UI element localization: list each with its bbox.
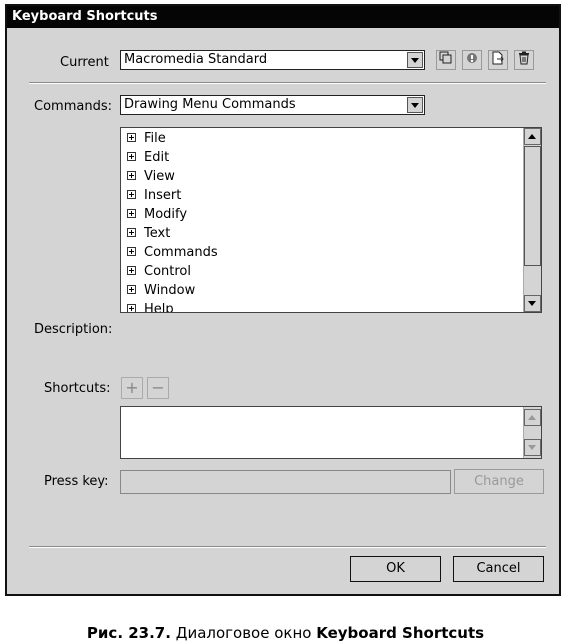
- commands-select[interactable]: Drawing Menu Commands: [120, 95, 425, 115]
- tree-item-commands[interactable]: Commands: [127, 243, 218, 262]
- delete-set-button[interactable]: [514, 50, 534, 70]
- description-label: Description:: [34, 322, 113, 337]
- expand-icon[interactable]: [127, 285, 136, 294]
- tree-item-label: Text: [144, 226, 171, 241]
- tree-item-window[interactable]: Window: [127, 281, 195, 300]
- duplicate-set-button[interactable]: [436, 50, 456, 70]
- shortcuts-label: Shortcuts:: [44, 381, 111, 396]
- change-button[interactable]: Change: [454, 469, 544, 494]
- expand-icon[interactable]: [127, 190, 136, 199]
- current-label: Current: [60, 55, 109, 70]
- tree-item-modify[interactable]: Modify: [127, 205, 187, 224]
- tree-item-label: Edit: [144, 150, 170, 165]
- tree-item-label: Window: [144, 283, 196, 298]
- expand-icon[interactable]: [127, 247, 136, 256]
- rename-set-icon: [467, 53, 477, 63]
- tree-item-file[interactable]: File: [127, 129, 166, 148]
- ok-button[interactable]: OK: [350, 556, 441, 582]
- press-key-label: Press key:: [44, 474, 109, 489]
- window-title: Keyboard Shortcuts: [7, 6, 559, 28]
- commands-label: Commands:: [34, 99, 112, 114]
- duplicate-set-icon: [439, 51, 452, 64]
- scroll-thumb[interactable]: [524, 146, 541, 266]
- tree-item-label: Commands: [144, 245, 218, 260]
- scroll-down-icon[interactable]: [524, 439, 541, 456]
- current-set-value: Macromedia Standard: [124, 52, 268, 67]
- export-html-button[interactable]: [488, 50, 508, 70]
- chevron-down-icon[interactable]: [407, 52, 423, 68]
- tree-item-label: View: [144, 169, 175, 184]
- expand-icon[interactable]: [127, 228, 136, 237]
- tree-item-edit[interactable]: Edit: [127, 148, 169, 167]
- separator: [29, 82, 546, 84]
- tree-item-view[interactable]: View: [127, 167, 175, 186]
- caption-text: Диалоговое окно: [170, 624, 317, 642]
- scroll-up-icon[interactable]: [524, 128, 541, 145]
- keyboard-shortcuts-dialog: Keyboard Shortcuts Current Macromedia St…: [5, 4, 561, 596]
- chevron-down-icon[interactable]: [407, 97, 423, 113]
- tree-item-label: File: [144, 131, 166, 146]
- commands-tree[interactable]: File Edit View Insert Modify Text Comman…: [120, 127, 542, 313]
- export-html-icon: [492, 51, 504, 65]
- rename-set-button[interactable]: [462, 50, 482, 70]
- tree-item-insert[interactable]: Insert: [127, 186, 181, 205]
- tree-item-text[interactable]: Text: [127, 224, 170, 243]
- current-set-select[interactable]: Macromedia Standard: [120, 50, 425, 70]
- expand-icon[interactable]: [127, 152, 136, 161]
- tree-item-help[interactable]: Help: [127, 300, 174, 313]
- scroll-up-icon[interactable]: [524, 409, 541, 426]
- tree-item-label: Help: [144, 302, 174, 313]
- figure-caption: Рис. 23.7. Диалоговое окно Keyboard Shor…: [0, 624, 571, 642]
- delete-set-icon: [519, 51, 529, 65]
- add-shortcut-button[interactable]: +: [121, 377, 143, 399]
- scroll-down-icon[interactable]: [524, 295, 541, 312]
- expand-icon[interactable]: [127, 266, 136, 275]
- tree-item-control[interactable]: Control: [127, 262, 191, 281]
- shortcuts-list[interactable]: [120, 406, 542, 459]
- expand-icon[interactable]: [127, 209, 136, 218]
- commands-select-value: Drawing Menu Commands: [124, 97, 296, 112]
- cancel-button[interactable]: Cancel: [453, 556, 544, 582]
- remove-shortcut-button[interactable]: −: [147, 377, 169, 399]
- tree-item-label: Modify: [144, 207, 188, 222]
- tree-item-label: Control: [144, 264, 191, 279]
- expand-icon[interactable]: [127, 171, 136, 180]
- commands-scrollbar[interactable]: [523, 128, 541, 312]
- caption-bold: Keyboard Shortcuts: [316, 624, 485, 642]
- shortcuts-scrollbar[interactable]: [523, 407, 541, 458]
- separator: [29, 546, 546, 548]
- tree-item-label: Insert: [144, 188, 182, 203]
- expand-icon[interactable]: [127, 304, 136, 312]
- caption-number: Рис. 23.7.: [86, 624, 171, 642]
- expand-icon[interactable]: [127, 133, 136, 142]
- press-key-field[interactable]: [120, 470, 451, 494]
